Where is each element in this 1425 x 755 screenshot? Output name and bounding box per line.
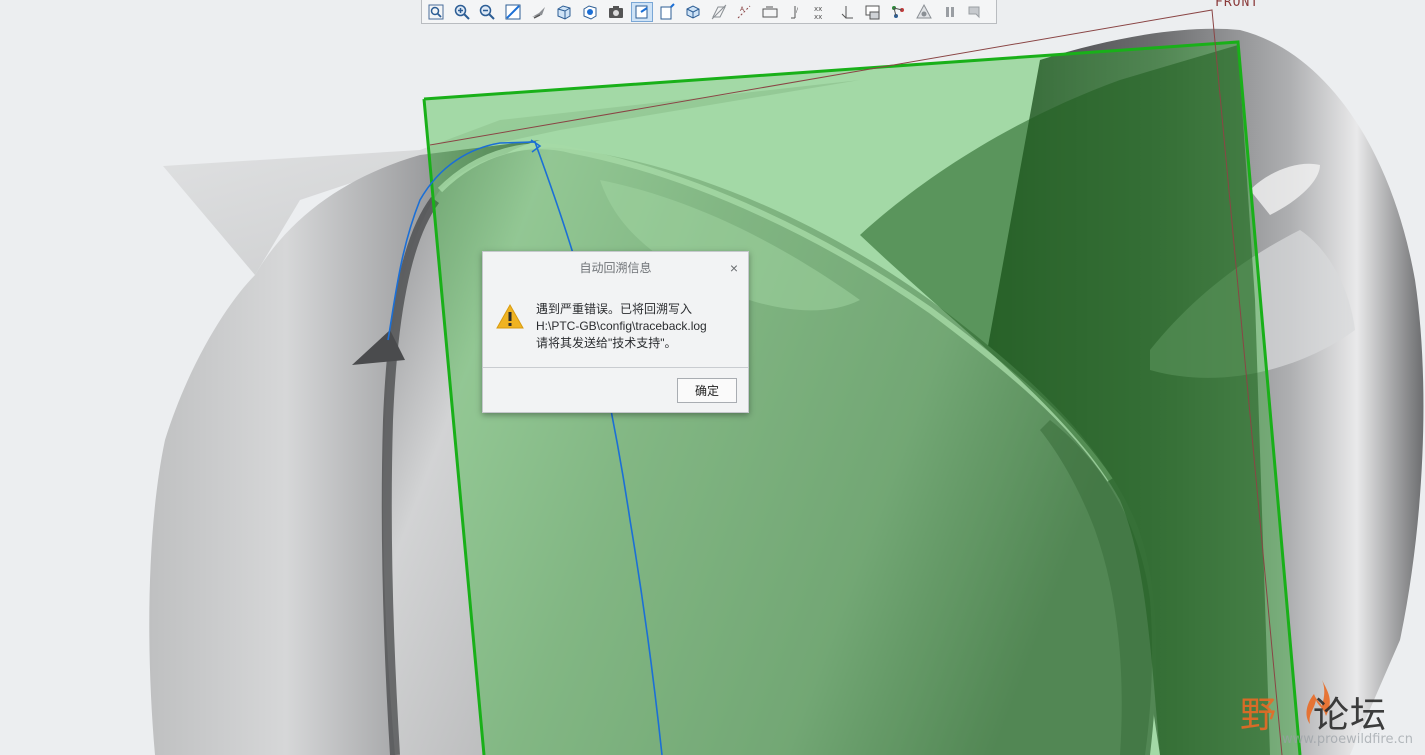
shading-icon bbox=[557, 4, 571, 20]
dialog-title: 自动回溯信息 bbox=[579, 261, 652, 275]
render-button[interactable] bbox=[913, 2, 935, 22]
view-manager-button[interactable] bbox=[630, 1, 653, 22]
dialog-body: 遇到严重错误。已将回溯写入 H:\PTC-GB\config\traceback… bbox=[483, 284, 748, 368]
spin-center-icon bbox=[892, 5, 905, 18]
repaint-icon bbox=[505, 4, 521, 19]
view-normal-icon bbox=[660, 2, 675, 19]
next-button[interactable] bbox=[964, 2, 986, 22]
saved-views-icon bbox=[608, 5, 623, 18]
saved-views-button[interactable] bbox=[605, 2, 627, 22]
perspective-button[interactable] bbox=[528, 2, 550, 22]
shading-button[interactable] bbox=[553, 2, 575, 22]
zoom-in-button[interactable] bbox=[451, 2, 473, 22]
point-display-button[interactable] bbox=[759, 2, 781, 22]
display-style-icon bbox=[583, 4, 597, 20]
view-toolbar: A / xx xx bbox=[421, 0, 997, 24]
close-icon[interactable]: × bbox=[730, 252, 738, 284]
point-tag-button[interactable]: xx xx bbox=[810, 2, 832, 22]
pause-button[interactable] bbox=[939, 2, 961, 22]
dialog-message: 遇到严重错误。已将回溯写入 H:\PTC-GB\config\traceback… bbox=[536, 301, 707, 352]
warning-icon bbox=[496, 304, 524, 329]
annotation-display-button[interactable] bbox=[862, 2, 884, 22]
axis-display-button[interactable]: A bbox=[733, 2, 755, 22]
csys-display-button[interactable]: / bbox=[785, 2, 807, 22]
render-icon bbox=[916, 3, 932, 18]
svg-text:xx: xx bbox=[814, 13, 822, 21]
refit-icon bbox=[428, 4, 444, 19]
csys-tag-button[interactable] bbox=[836, 2, 858, 22]
axis-display-icon: A bbox=[737, 5, 751, 18]
pause-icon bbox=[945, 6, 954, 17]
watermark-text: 野论坛 bbox=[1240, 686, 1387, 738]
watermark-url: www.proewildfire.cn bbox=[1282, 732, 1413, 747]
orient-icon bbox=[686, 4, 700, 19]
watermark-forum: 论坛 bbox=[1313, 695, 1388, 736]
zoom-out-icon bbox=[480, 4, 496, 20]
watermark-char: 野 bbox=[1240, 695, 1278, 736]
plane-display-icon bbox=[711, 4, 726, 19]
message-path: H:\PTC-GB\config\traceback.log bbox=[536, 319, 707, 333]
dialog-titlebar[interactable]: 自动回溯信息 × bbox=[483, 252, 748, 284]
dialog-footer: 确定 bbox=[483, 368, 748, 412]
forum-watermark: 野论坛 www.proewildfire.cn bbox=[1238, 678, 1418, 748]
perspective-icon bbox=[531, 6, 545, 19]
csys-display-icon: / bbox=[790, 5, 799, 18]
zoom-in-icon bbox=[454, 4, 470, 20]
model-viewport[interactable]: FRONT A / xx xx 自动回溯信息 × 遇到严重错误。已将回溯写入 H… bbox=[0, 0, 1425, 755]
csys-tag-icon bbox=[841, 5, 853, 18]
message-line: 请将其发送给"技术支持"。 bbox=[536, 336, 677, 350]
view-normal-button[interactable] bbox=[656, 2, 678, 22]
refit-button[interactable] bbox=[425, 2, 447, 22]
zoom-out-button[interactable] bbox=[476, 2, 498, 22]
point-display-icon bbox=[762, 6, 778, 17]
orient-button[interactable] bbox=[682, 2, 704, 22]
annotation-display-icon bbox=[865, 5, 880, 19]
point-tag-icon: xxxx bbox=[814, 5, 822, 21]
svg-text:xx: xx bbox=[814, 5, 822, 13]
ok-button[interactable]: 确定 bbox=[677, 378, 737, 403]
spin-center-button[interactable] bbox=[887, 2, 909, 22]
display-style-button[interactable] bbox=[579, 2, 601, 22]
front-datum-label[interactable]: FRONT bbox=[1215, 0, 1259, 10]
plane-display-button[interactable] bbox=[708, 2, 730, 22]
svg-text:/: / bbox=[796, 7, 799, 14]
traceback-dialog: 自动回溯信息 × 遇到严重错误。已将回溯写入 H:\PTC-GB\config\… bbox=[482, 251, 749, 413]
view-manager-icon bbox=[635, 5, 648, 18]
next-icon bbox=[968, 6, 980, 18]
message-line: 遇到严重错误。已将回溯写入 bbox=[536, 302, 693, 316]
repaint-button[interactable] bbox=[502, 2, 524, 22]
